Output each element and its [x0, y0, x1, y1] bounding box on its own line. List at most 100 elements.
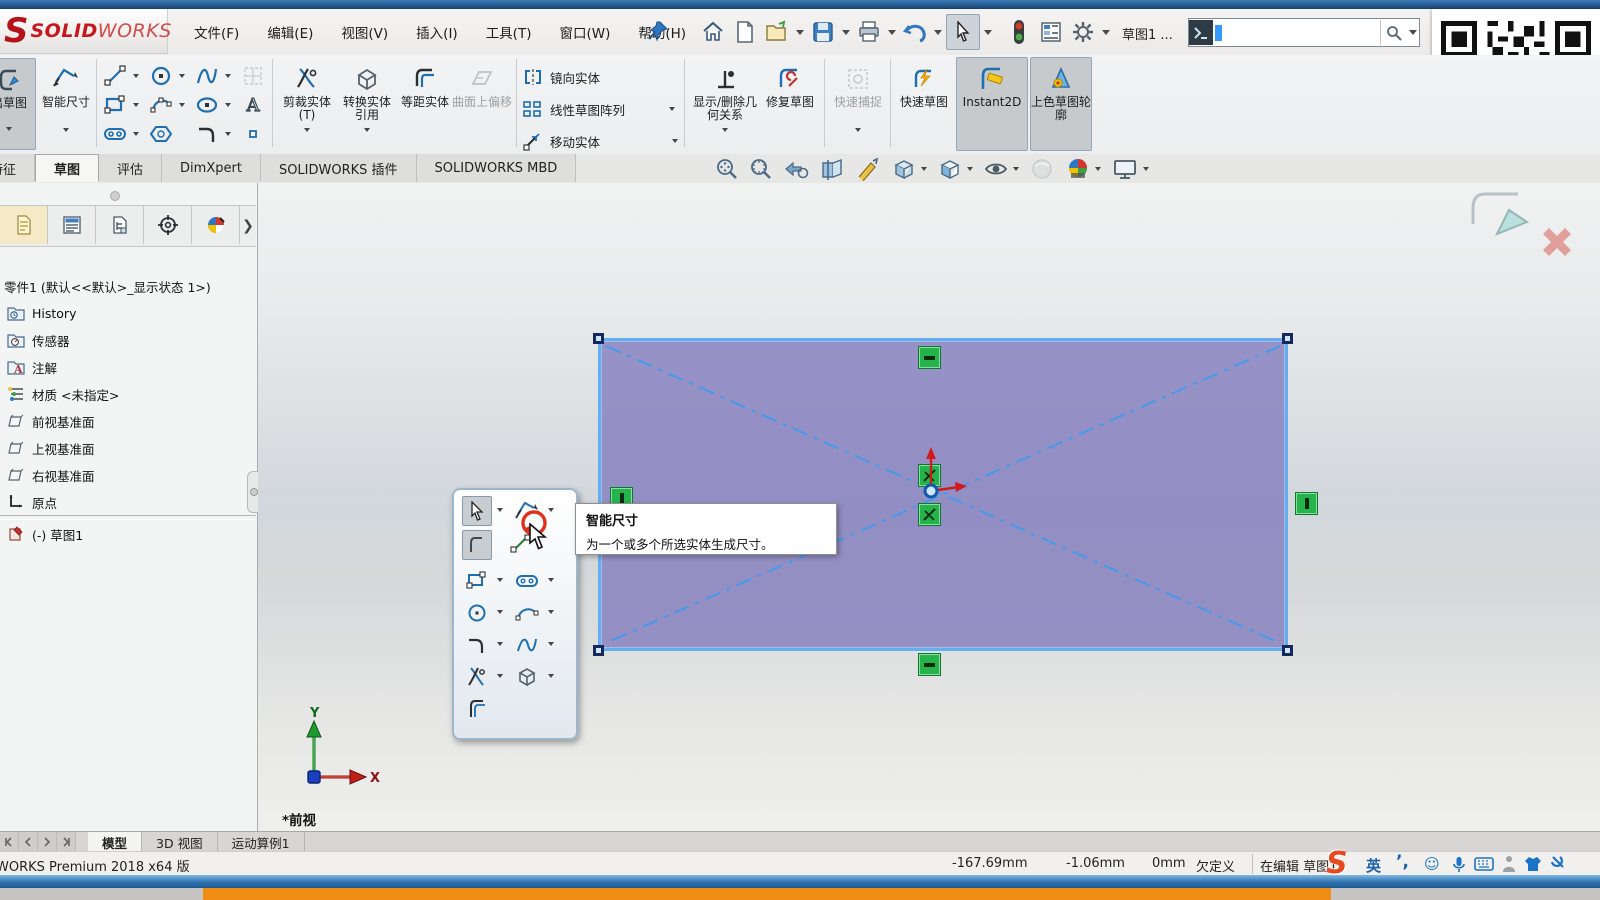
tab-mbd[interactable]: SOLIDWORKS MBD [417, 154, 577, 182]
apply-scene-button[interactable] [1065, 157, 1101, 181]
spline-dropdown-icon[interactable] [225, 74, 231, 78]
ctx-convert-dropdown-icon[interactable] [548, 674, 554, 678]
display-style-button[interactable] [937, 157, 973, 181]
trim-entities-button[interactable]: 剪裁实体(T) [278, 58, 336, 150]
annotation-view-icon[interactable] [855, 157, 881, 181]
home-icon[interactable] [698, 16, 728, 48]
ellipse-dropdown-icon[interactable] [225, 103, 231, 107]
shaded-contours-button[interactable]: 上色草图轮廓 [1030, 57, 1092, 151]
doc-tab-model[interactable]: 模型 [88, 832, 142, 852]
ctx-trim-tool-icon[interactable] [462, 662, 492, 692]
tab-dimxpert[interactable]: DimXpert [162, 154, 261, 182]
menu-insert[interactable]: 插入(I) [402, 9, 472, 54]
property-manager-tab[interactable] [48, 206, 96, 244]
move-entities-button[interactable]: 移动实体 [522, 127, 678, 155]
view-orientation-button[interactable] [891, 157, 927, 181]
tree-item-top-plane[interactable]: 上视基准面 [0, 435, 256, 461]
tree-item-history[interactable]: History [0, 300, 256, 326]
command-search-box[interactable] [1188, 18, 1420, 47]
ime-punctuation-icon[interactable]: ’, [1396, 852, 1409, 872]
print-icon[interactable] [854, 16, 884, 48]
previous-view-icon[interactable] [783, 157, 809, 181]
select-dropdown-icon[interactable] [984, 30, 992, 35]
ime-emoji-icon[interactable]: ☺ [1424, 855, 1440, 873]
vertex-handle-bottomright[interactable] [1282, 645, 1293, 656]
hide-show-items-button[interactable] [983, 157, 1019, 181]
menu-file[interactable]: 文件(F) [180, 9, 253, 54]
tab-scroll-next-icon[interactable] [38, 832, 57, 852]
exit-sketch-dropdown-icon[interactable] [6, 127, 12, 145]
exit-sketch-button[interactable]: 出草图 [0, 58, 36, 150]
display-style-dropdown-icon[interactable] [967, 167, 973, 171]
arc-dropdown-icon[interactable] [179, 103, 185, 107]
ime-keyboard-icon[interactable] [1474, 857, 1494, 871]
search-dropdown-icon[interactable] [1409, 30, 1417, 35]
save-icon[interactable] [808, 16, 838, 48]
ime-person-icon[interactable] [1502, 855, 1516, 873]
save-dropdown-icon[interactable] [842, 30, 850, 35]
tab-features[interactable]: 特征 [0, 154, 35, 182]
trim-dropdown-icon[interactable] [304, 128, 310, 146]
arc-tool-icon[interactable] [146, 90, 176, 120]
view-settings-dropdown-icon[interactable] [1143, 167, 1149, 171]
menu-edit[interactable]: 编辑(E) [253, 9, 327, 54]
ime-toolbox-icon[interactable] [1550, 855, 1566, 873]
ctx-arc-dropdown-icon[interactable] [548, 610, 554, 614]
configuration-manager-tab[interactable] [96, 206, 144, 244]
rapid-sketch-button[interactable]: 快速草图 [896, 58, 952, 150]
feature-tree-tab[interactable] [0, 206, 48, 244]
mirror-entities-button[interactable]: 镜向实体 [522, 63, 678, 91]
tree-item-front-plane[interactable]: 前视基准面 [0, 408, 256, 434]
point-tool-icon[interactable] [238, 119, 268, 149]
instant2d-button[interactable]: Instant2D [956, 57, 1028, 151]
ctx-exit-sketch-icon[interactable] [462, 530, 492, 560]
ellipse-tool-icon[interactable] [192, 90, 222, 120]
vertex-handle-topright[interactable] [1282, 333, 1293, 344]
undo-dropdown-icon[interactable] [934, 30, 942, 35]
slot-tool-icon[interactable] [100, 119, 130, 149]
traffic-light-icon[interactable] [1004, 16, 1034, 48]
options-gear-icon[interactable] [1068, 16, 1098, 48]
sketch-origin[interactable] [903, 441, 973, 505]
horizontal-constraint-bottom-badge[interactable] [918, 653, 941, 676]
tree-item-sensors[interactable]: 传感器 [0, 327, 256, 353]
rectangle-dropdown-icon[interactable] [133, 103, 139, 107]
move-dropdown-icon[interactable] [672, 139, 678, 143]
zoom-to-area-icon[interactable] [749, 157, 773, 181]
ctx-select-dropdown-icon[interactable] [497, 508, 503, 512]
ctx-offset-tool-icon[interactable] [462, 694, 492, 724]
offset-entities-button[interactable]: 等距实体 [398, 58, 452, 150]
ctx-rectangle-dropdown-icon[interactable] [497, 578, 503, 582]
doc-tab-3dviews[interactable]: 3D 视图 [142, 832, 218, 852]
display-relations-button[interactable]: 显示/删除几何关系 [690, 58, 760, 150]
convert-entities-button[interactable]: 转换实体引用 [338, 58, 396, 150]
print-dropdown-icon[interactable] [888, 30, 896, 35]
ctx-convert-tool-icon[interactable] [512, 662, 542, 692]
slot-dropdown-icon[interactable] [133, 132, 139, 136]
hide-show-dropdown-icon[interactable] [1013, 167, 1019, 171]
ctx-rectangle-tool-icon[interactable] [462, 566, 492, 596]
panel-collapse-dot[interactable] [110, 191, 120, 201]
tree-splitter[interactable] [0, 515, 256, 520]
video-progress-track[interactable] [0, 875, 1600, 888]
select-tool-icon[interactable] [946, 14, 980, 50]
pin-menu-icon[interactable] [648, 19, 670, 43]
ctx-arc-tool-icon[interactable] [512, 598, 542, 628]
linear-pattern-dropdown-icon[interactable] [669, 107, 675, 111]
ctx-circle-dropdown-icon[interactable] [497, 610, 503, 614]
ime-skin-icon[interactable] [1524, 856, 1542, 872]
ctx-spline-tool-icon[interactable] [512, 630, 542, 660]
new-document-icon[interactable] [730, 16, 760, 48]
task-pane-icon[interactable] [1036, 16, 1066, 48]
ctx-spline-dropdown-icon[interactable] [548, 642, 554, 646]
ime-mic-icon[interactable] [1452, 856, 1466, 873]
search-magnifier-icon[interactable] [1380, 20, 1407, 45]
view-orientation-dropdown-icon[interactable] [921, 167, 927, 171]
tab-addins[interactable]: SOLIDWORKS 插件 [261, 154, 417, 182]
tree-item-right-plane[interactable]: 右视基准面 [0, 462, 256, 488]
ctx-circle-tool-icon[interactable] [462, 598, 492, 628]
tree-root-part[interactable]: 零件1 (默认<<默认>_显示状态 1>) [0, 273, 256, 299]
horizontal-constraint-top-badge[interactable] [918, 346, 941, 369]
fillet-dropdown-icon[interactable] [225, 132, 231, 136]
doc-tab-motion-study[interactable]: 运动算例1 [218, 832, 305, 852]
